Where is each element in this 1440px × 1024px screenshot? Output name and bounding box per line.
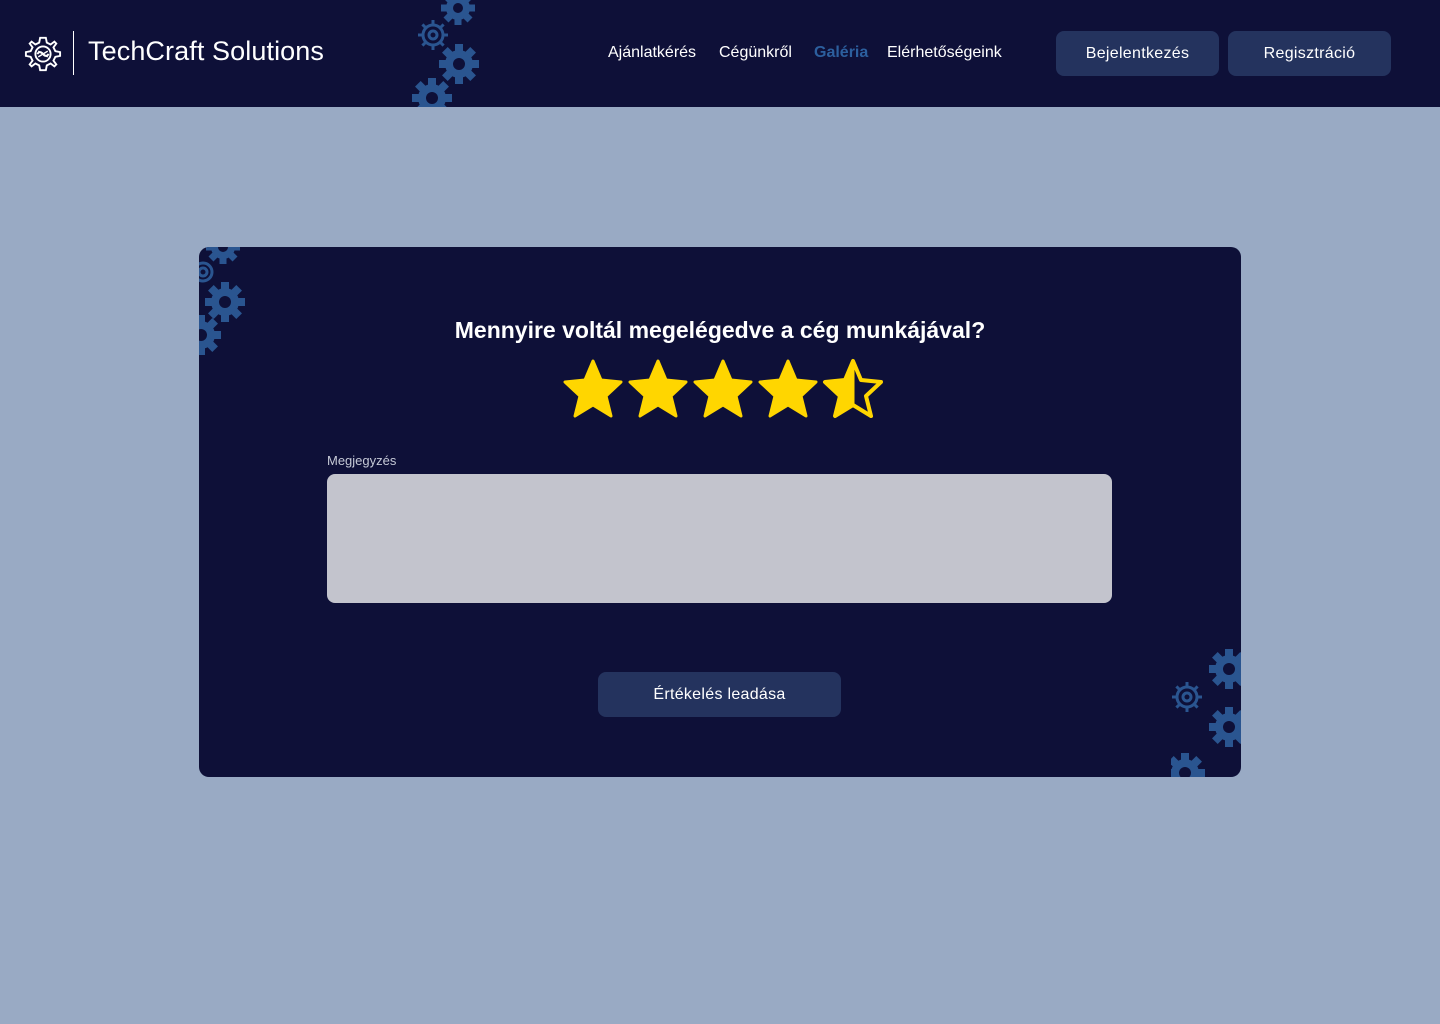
star-icon[interactable] <box>626 357 690 421</box>
top-navigation-bar: TechCraft Solutions Ajánlatkérés Cégünkr… <box>0 0 1440 107</box>
nav-item-ajanlatkeres[interactable]: Ajánlatkérés <box>608 44 696 62</box>
nav-item-cegunkrol[interactable]: Cégünkről <box>719 44 792 62</box>
gears-decoration-icon <box>1171 649 1241 777</box>
rating-card: Mennyire voltál megelégedve a cég munkáj… <box>199 247 1241 777</box>
star-half-icon[interactable] <box>821 357 885 421</box>
brand-divider <box>73 31 74 75</box>
nav-item-galeria[interactable]: Galéria <box>814 44 868 62</box>
register-button[interactable]: Regisztráció <box>1228 31 1391 76</box>
comment-field[interactable] <box>327 474 1112 603</box>
rating-question: Mennyire voltál megelégedve a cég munkáj… <box>454 317 986 343</box>
submit-rating-button[interactable]: Értékelés leadása <box>598 672 841 717</box>
brand-name[interactable]: TechCraft Solutions <box>88 36 324 67</box>
star-icon[interactable] <box>561 357 625 421</box>
star-icon[interactable] <box>756 357 820 421</box>
comment-label: Megjegyzés <box>327 453 397 468</box>
gears-decoration-icon <box>412 0 479 107</box>
star-rating[interactable] <box>561 357 891 421</box>
login-button[interactable]: Bejelentkezés <box>1056 31 1219 76</box>
gear-brain-icon[interactable] <box>24 35 62 73</box>
star-icon[interactable] <box>691 357 755 421</box>
nav-item-elerhetosegeink[interactable]: Elérhetőségeink <box>887 44 1002 62</box>
gears-decoration-icon <box>199 247 245 355</box>
